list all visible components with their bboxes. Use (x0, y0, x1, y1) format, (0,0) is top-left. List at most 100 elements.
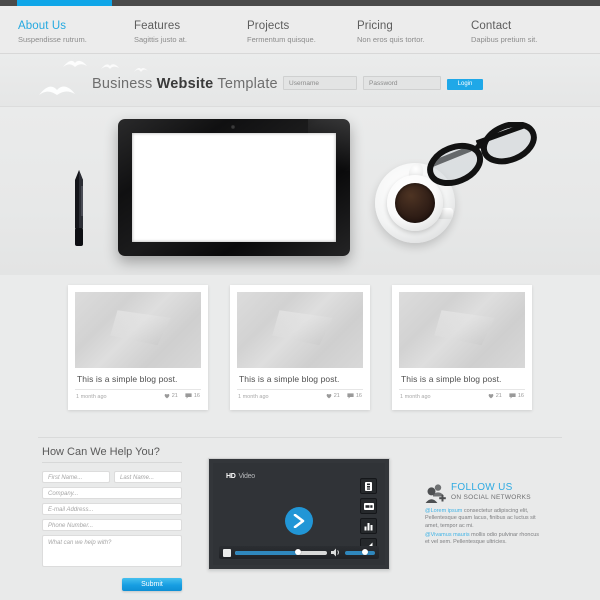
company-input[interactable]: Company... (42, 487, 182, 499)
progress-knob[interactable] (294, 549, 301, 555)
nav-item-pricing[interactable]: Pricing Non eros quis tortor. (357, 20, 425, 45)
heart-icon (164, 393, 170, 399)
section-divider (38, 437, 562, 438)
card-meta: 1 month ago 21 16 (400, 393, 524, 405)
stats-icon[interactable] (360, 518, 377, 534)
video-player[interactable]: HD Video (208, 458, 390, 570)
stop-button[interactable] (223, 548, 231, 557)
blog-card[interactable]: This is a simple blog post. 1 month ago 21… (230, 285, 370, 410)
card-divider (237, 389, 363, 390)
card-stats: 21 16 (326, 393, 362, 399)
last-name-input[interactable]: Last Name... (114, 471, 182, 483)
tablet-glare (308, 119, 350, 171)
logo-pre: Business (92, 76, 157, 92)
site-logo: Business Website Template (92, 76, 278, 92)
like-stat[interactable]: 21 (488, 393, 502, 399)
nav-item-subtitle: Sagittis justo at. (134, 35, 187, 44)
comment-stat[interactable]: 16 (185, 393, 200, 399)
login-button[interactable]: Login (447, 79, 483, 90)
message-textarea[interactable]: What can we help with? (42, 535, 182, 567)
hd-badge: HD Video (223, 473, 255, 480)
blog-card[interactable]: This is a simple blog post. 1 month ago 21… (68, 285, 208, 410)
seagull-icon (133, 66, 149, 74)
play-button[interactable] (285, 507, 313, 535)
like-stat[interactable]: 21 (326, 393, 340, 399)
follow-subtitle: ON SOCIAL NETWORKS (451, 494, 531, 501)
add-user-icon (425, 484, 447, 504)
nav-item-title: Features (134, 20, 181, 32)
comment-icon (509, 393, 516, 399)
card-thumbnail (237, 292, 363, 368)
tweet-item: @Lorem ipsum consectetur adipiscing elit… (425, 508, 543, 530)
video-side-buttons (360, 478, 377, 554)
card-timestamp: 1 month ago (76, 394, 107, 400)
comment-icon (185, 393, 192, 399)
email-input[interactable]: E-mail Address... (42, 503, 182, 515)
nav-item-title: Projects (247, 20, 290, 32)
main-navigation: About Us Suspendisse rutrum. Features Sagit… (0, 6, 600, 54)
nav-item-title: About Us (18, 20, 67, 32)
tweet-handle[interactable]: @Vivamus mauris (425, 532, 470, 538)
username-input[interactable]: Username (283, 76, 357, 90)
card-timestamp: 1 month ago (238, 394, 269, 400)
submit-button[interactable]: Submit (122, 578, 182, 591)
like-count: 21 (333, 393, 340, 399)
comment-count: 16 (517, 393, 524, 399)
nav-item-title: Pricing (357, 20, 393, 32)
logo-post: Template (213, 76, 278, 92)
contact-heading: How Can We Help You? (42, 446, 160, 458)
card-thumbnail (75, 292, 201, 368)
video-title: Video (238, 473, 256, 480)
captions-icon[interactable] (360, 498, 377, 514)
comment-stat[interactable]: 16 (509, 393, 524, 399)
nav-item-subtitle: Fermentum quisque. (247, 35, 316, 44)
comment-stat[interactable]: 16 (347, 393, 362, 399)
card-title: This is a simple blog post. (401, 374, 502, 384)
nav-item-about-us[interactable]: About Us Suspendisse rutrum. (18, 20, 87, 45)
page-root: About Us Suspendisse rutrum. Features Sagit… (0, 0, 600, 600)
nav-item-title: Contact (471, 20, 512, 32)
pen-object (72, 170, 88, 248)
tablet-screen (132, 133, 336, 242)
heart-icon (326, 393, 332, 399)
card-timestamp: 1 month ago (400, 394, 431, 400)
card-thumbnail (399, 292, 525, 368)
comment-icon (347, 393, 354, 399)
video-stage: HD Video (213, 463, 385, 565)
blog-card[interactable]: This is a simple blog post. 1 month ago 21… (392, 285, 532, 410)
volume-slider[interactable] (345, 549, 375, 555)
hd-label: HD (226, 473, 236, 480)
tweet-handle[interactable]: @Lorem ipsum (425, 508, 462, 514)
comment-count: 16 (355, 393, 362, 399)
login-form: Username Password Login (283, 76, 483, 92)
progress-slider[interactable] (235, 549, 327, 555)
progress-fill (235, 550, 298, 555)
volume-icon (331, 548, 339, 557)
card-divider (399, 389, 525, 390)
volume-knob[interactable] (361, 549, 368, 555)
first-name-input[interactable]: First Name... (42, 471, 110, 483)
tweet-item: @Vivamus mauris mollis odio pulvinar rho… (425, 532, 543, 547)
card-meta: 1 month ago 21 16 (238, 393, 362, 405)
nav-item-features[interactable]: Features Sagittis justo at. (134, 20, 187, 45)
nav-item-contact[interactable]: Contact Dapibus pretium sit. (471, 20, 537, 45)
card-divider (75, 389, 201, 390)
card-stats: 21 16 (488, 393, 524, 399)
logo-bold: Website (156, 76, 214, 92)
heading-underline (42, 462, 182, 463)
like-stat[interactable]: 21 (164, 393, 178, 399)
comment-count: 16 (193, 393, 200, 399)
heart-icon (488, 393, 494, 399)
nav-item-projects[interactable]: Projects Fermentum quisque. (247, 20, 316, 45)
card-stats: 21 16 (164, 393, 200, 399)
seagull-icon (38, 82, 76, 100)
password-input[interactable]: Password (363, 76, 441, 90)
eyeglasses-object (425, 121, 540, 197)
nav-item-subtitle: Dapibus pretium sit. (471, 35, 538, 44)
phone-input[interactable]: Phone Number... (42, 519, 182, 531)
nav-item-subtitle: Suspendisse rutrum. (18, 35, 87, 44)
nav-item-subtitle: Non eros quis tortor. (357, 35, 425, 44)
seagull-icon (100, 62, 120, 72)
card-title: This is a simple blog post. (239, 374, 340, 384)
playlist-icon[interactable] (360, 478, 377, 494)
